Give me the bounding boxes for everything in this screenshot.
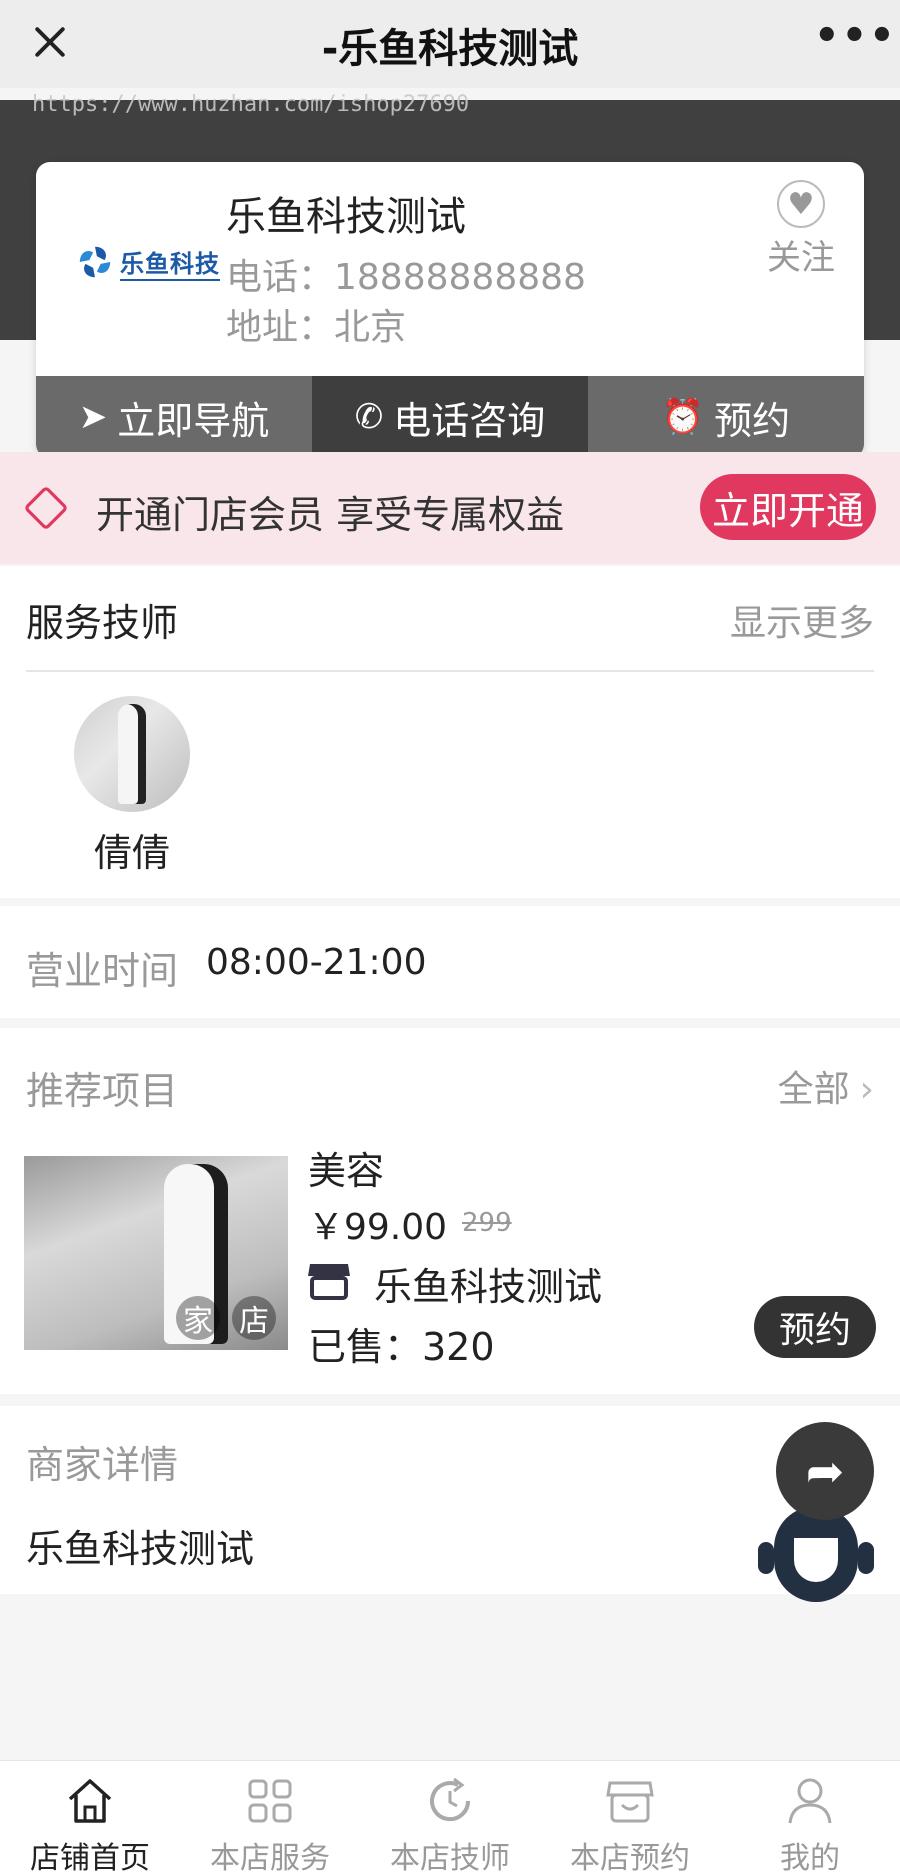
watermark-url: https://www.huzhan.com/ishop27690 (32, 92, 470, 117)
store-page: -乐鱼科技测试 ••• https://www.huzhan.com/ishop… (0, 0, 900, 1876)
member-banner: 开通门店会员 享受专属权益 立即开通 (0, 452, 900, 564)
merchant-detail-label: 商家详情 (26, 1443, 179, 1487)
heart-icon: ♥ (777, 180, 825, 228)
all-label: 全部 (777, 1069, 850, 1110)
headset-right (858, 1542, 874, 1574)
book-service-button[interactable]: 预约 (754, 1296, 876, 1358)
user-icon (788, 1778, 832, 1824)
home-icon (68, 1779, 112, 1823)
reserve-label: 预约 (714, 398, 791, 443)
bottom-tab-bar: 店铺首页 本店服务 本店技师 本店预约 我的 (0, 1760, 900, 1876)
store-phone[interactable]: 电话：18888888888 (226, 248, 586, 300)
all-link[interactable]: 全部 › (778, 1060, 874, 1112)
tab-label: 本店预约 (570, 1841, 690, 1876)
tab-label: 本店服务 (210, 1841, 330, 1876)
page-title: -乐鱼科技测试 (321, 26, 579, 72)
tab-label: 本店技师 (390, 1841, 510, 1876)
chevron-right-icon: › (859, 1069, 874, 1110)
refresh-clock-icon (430, 1777, 471, 1822)
more-dots-icon[interactable]: ••• (814, 16, 895, 58)
phone-icon: ✆ (354, 397, 384, 437)
technician-name[interactable]: 倩倩 (70, 822, 194, 877)
in-store-tag: 店 (232, 1296, 276, 1340)
service-name[interactable]: 美容 (308, 1140, 384, 1195)
store-info-card: 乐鱼科技 乐鱼科技测试 电话：18888888888 地址：北京 ♥ 关注 ➤ … (36, 162, 864, 458)
grid-icon (248, 1779, 292, 1823)
activate-membership-button[interactable]: 立即开通 (700, 474, 876, 540)
navigate-label: 立即导航 (117, 398, 270, 443)
merchant-detail-value: 乐鱼科技测试 (26, 1527, 255, 1571)
logo-mark-icon (79, 246, 111, 278)
avatar-figure (118, 704, 146, 804)
alarm-clock-icon: ⏰ (661, 397, 705, 437)
tab-store-reservations[interactable]: 本店预约 (540, 1761, 720, 1876)
business-hours-section: 营业时间 08:00-21:00 (0, 906, 900, 1018)
tab-mine[interactable]: 我的 (720, 1761, 900, 1876)
store-address: 地址：北京 (226, 307, 407, 348)
technicians-section: 服务技师 显示更多 倩倩 (0, 566, 900, 898)
service-original-price: 299 (462, 1208, 512, 1238)
divider (26, 670, 874, 672)
service-shop-name: 乐鱼科技测试 (374, 1265, 603, 1309)
recommended-section: 推荐项目 全部 › 家 店 美容 ￥99.00 299 乐鱼科技测试 已售：320… (0, 1028, 900, 1394)
store-action-row: ➤ 立即导航 ✆ 电话咨询 ⏰ 预约 (36, 376, 864, 458)
tab-label: 我的 (780, 1841, 840, 1876)
store-name: 乐鱼科技测试 (226, 194, 466, 240)
phone-consult-label: 电话咨询 (393, 398, 546, 443)
service-price: ￥99.00 (308, 1207, 448, 1248)
service-image[interactable]: 家 店 (24, 1156, 288, 1350)
top-nav-bar: -乐鱼科技测试 ••• (0, 0, 900, 88)
phone-consult-button[interactable]: ✆ 电话咨询 (312, 376, 588, 458)
business-hours-label: 营业时间 (26, 949, 179, 993)
member-banner-text: 开通门店会员 享受专属权益 (96, 493, 565, 537)
store-icon (606, 1781, 654, 1823)
follow-button[interactable]: ♥ 关注 (756, 180, 846, 279)
tab-label: 店铺首页 (30, 1841, 150, 1876)
share-icon[interactable]: ➦ (776, 1422, 874, 1520)
show-more-link[interactable]: 显示更多 (730, 594, 874, 646)
service-sold-count: 已售：320 (308, 1325, 495, 1369)
technicians-title: 服务技师 (26, 601, 179, 645)
store-logo: 乐鱼科技 (76, 222, 236, 302)
tab-store-home[interactable]: 店铺首页 (0, 1761, 180, 1876)
reserve-button[interactable]: ⏰ 预约 (588, 376, 864, 458)
headset-left (758, 1542, 774, 1574)
home-service-tag: 家 (176, 1296, 220, 1340)
business-hours-value: 08:00-21:00 (206, 942, 427, 983)
navigate-button[interactable]: ➤ 立即导航 (36, 376, 312, 458)
tab-store-services[interactable]: 本店服务 (180, 1761, 360, 1876)
recommended-title: 推荐项目 (26, 1069, 179, 1113)
diamond-icon (23, 485, 69, 531)
service-face (774, 1506, 858, 1602)
tab-store-technicians[interactable]: 本店技师 (360, 1761, 540, 1876)
logo-text: 乐鱼科技 (120, 244, 220, 281)
navigation-arrow-icon: ➤ (78, 397, 108, 437)
technician-avatar[interactable] (74, 696, 190, 812)
store-icon (308, 1264, 350, 1300)
follow-label: 关注 (767, 238, 835, 278)
